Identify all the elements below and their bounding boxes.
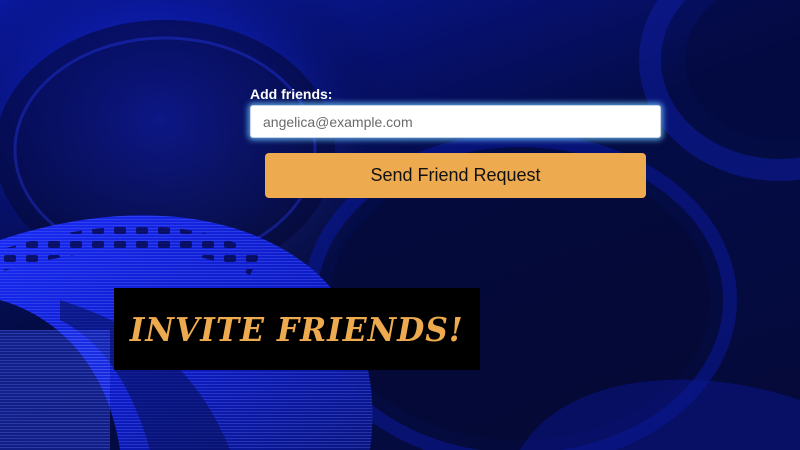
add-friends-label: Add friends: [250,86,333,102]
add-friend-form: Add friends: Send Friend Request [250,86,662,198]
film-reel-background-image [0,0,800,450]
send-friend-request-button[interactable]: Send Friend Request [265,153,646,198]
invite-friends-title: INVITE FRIENDS! [130,309,464,349]
page-background: Add friends: Send Friend Request INVITE … [0,0,800,450]
friend-email-input[interactable] [250,105,661,138]
invite-friends-banner: INVITE FRIENDS! [114,288,480,370]
